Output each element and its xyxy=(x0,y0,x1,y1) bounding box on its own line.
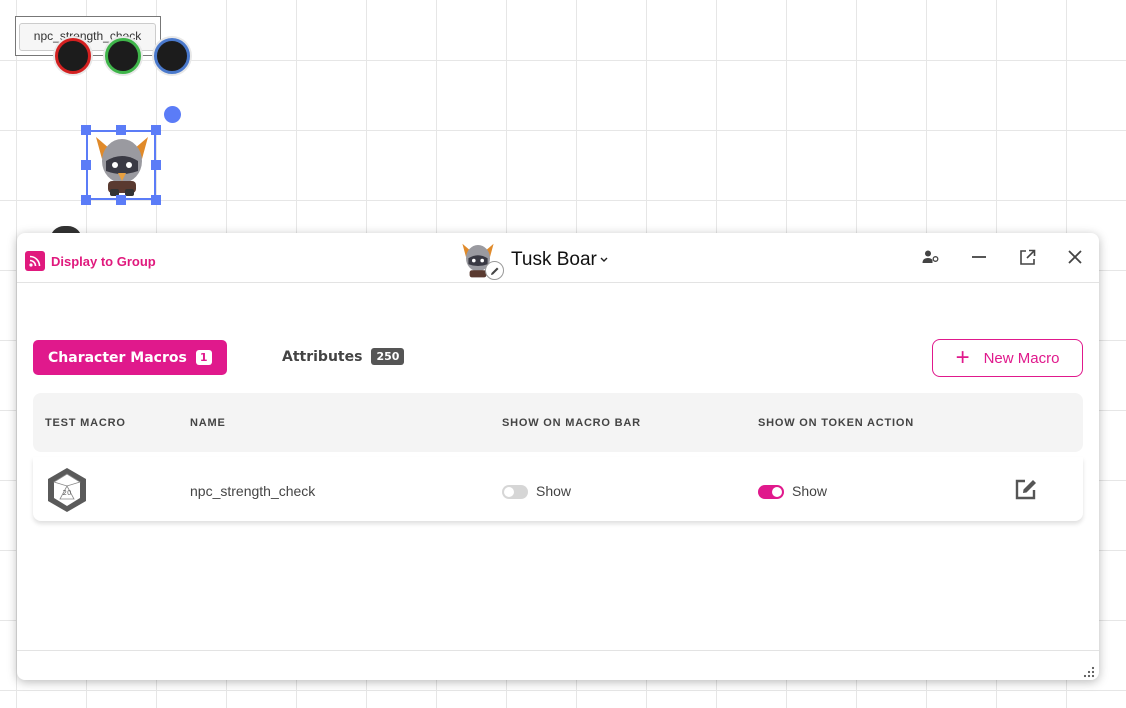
resize-handle[interactable] xyxy=(81,195,91,205)
token-action-toggle-label: Show xyxy=(792,483,828,499)
character-avatar[interactable] xyxy=(460,239,504,281)
character-title[interactable]: Tusk Boar xyxy=(460,239,609,281)
edit-icon xyxy=(1015,479,1036,500)
toggle-knob xyxy=(504,487,514,497)
edit-avatar-icon[interactable] xyxy=(485,261,504,280)
header-show-on-token-action: SHOW ON TOKEN ACTION xyxy=(758,417,914,429)
macro-table-header: TEST MACRO NAME SHOW ON MACRO BAR SHOW O… xyxy=(33,393,1083,452)
test-macro-d20-button[interactable]: 20 xyxy=(45,466,89,518)
minimize-icon[interactable] xyxy=(968,246,990,268)
user-settings-icon[interactable] xyxy=(920,246,942,268)
display-to-group-label: Display to Group xyxy=(51,253,156,269)
token-bar-blue[interactable] xyxy=(154,38,190,74)
token-selection-box[interactable] xyxy=(86,130,156,200)
header-test-macro: TEST MACRO xyxy=(45,417,126,429)
tab-character-macros-label: Character Macros xyxy=(48,349,187,366)
d20-label: 20 xyxy=(63,489,72,497)
resize-handle[interactable] xyxy=(151,125,161,135)
edit-macro-button[interactable] xyxy=(1014,478,1038,504)
resize-handle[interactable] xyxy=(116,125,126,135)
token-bar-green[interactable] xyxy=(105,38,141,74)
resize-grip-icon[interactable] xyxy=(1083,666,1095,678)
resize-handle[interactable] xyxy=(116,195,126,205)
display-to-group-button[interactable]: Display to Group xyxy=(25,251,156,271)
macros-count-badge: 1 xyxy=(195,350,212,365)
token-bar-red[interactable] xyxy=(55,38,91,74)
new-macro-label: New Macro xyxy=(983,349,1060,367)
plus-icon: + xyxy=(955,344,970,371)
table-row: 20 npc_strength_check Show Show xyxy=(33,457,1083,521)
new-macro-button[interactable]: + New Macro xyxy=(932,339,1083,377)
header-show-on-macro-bar: SHOW ON MACRO BAR xyxy=(502,417,641,429)
token-action-toggle[interactable] xyxy=(758,485,784,499)
attributes-count-badge: 250 xyxy=(371,348,405,365)
tab-attributes[interactable]: Attributes 250 xyxy=(282,348,405,365)
close-icon[interactable] xyxy=(1064,246,1086,268)
tab-character-macros[interactable]: Character Macros 1 xyxy=(33,340,227,375)
d20-icon: 20 xyxy=(48,468,86,512)
resize-handle[interactable] xyxy=(81,125,91,135)
tab-attributes-label: Attributes xyxy=(282,348,363,365)
popout-icon[interactable] xyxy=(1016,246,1038,268)
character-name: Tusk Boar xyxy=(511,249,597,270)
chevron-down-icon[interactable] xyxy=(599,256,609,264)
toggle-knob xyxy=(772,487,782,497)
resize-handle[interactable] xyxy=(151,195,161,205)
macro-bar-toggle-label: Show xyxy=(536,483,572,499)
resize-handle[interactable] xyxy=(81,160,91,170)
resize-handle[interactable] xyxy=(151,160,161,170)
broadcast-icon xyxy=(25,251,45,271)
character-dialog: Display to Group Tusk Boar Character Mac… xyxy=(17,233,1099,680)
dialog-header: Display to Group Tusk Boar xyxy=(17,233,1099,283)
dialog-footer xyxy=(17,650,1099,681)
macro-name[interactable]: npc_strength_check xyxy=(190,483,315,499)
macro-bar-toggle[interactable] xyxy=(502,485,528,499)
rotation-handle[interactable] xyxy=(164,106,181,123)
header-name: NAME xyxy=(190,417,226,429)
